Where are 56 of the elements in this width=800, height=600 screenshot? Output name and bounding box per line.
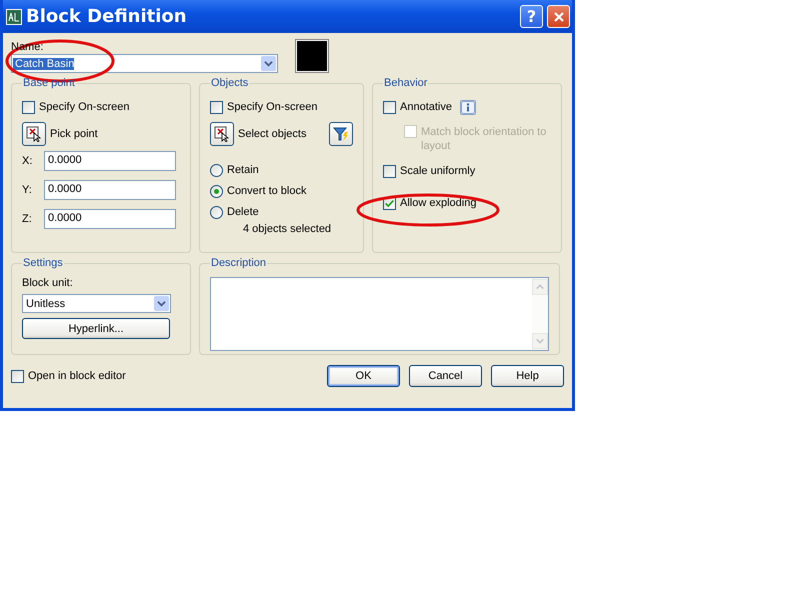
group-title: Settings bbox=[22, 257, 64, 269]
help-button[interactable]: ? bbox=[520, 5, 543, 28]
coordinate-label: Y: bbox=[22, 184, 33, 196]
description-field[interactable] bbox=[210, 277, 549, 351]
name-value: Catch Basin bbox=[13, 58, 74, 70]
checkbox[interactable] bbox=[11, 370, 24, 382]
select-objects-label: Select objects bbox=[238, 128, 308, 140]
checkbox-label: Specify On-screen bbox=[39, 101, 130, 113]
coordinate-field[interactable]: 0.0000 bbox=[44, 180, 176, 200]
pick-point-button[interactable] bbox=[22, 122, 46, 146]
checkbox[interactable] bbox=[22, 100, 35, 114]
quick-select-button[interactable] bbox=[329, 122, 353, 146]
hyperlink-button[interactable]: Hyperlink... bbox=[22, 318, 170, 339]
dialog-button[interactable]: Help bbox=[491, 365, 564, 387]
radio-label: Retain bbox=[227, 164, 259, 176]
block-preview bbox=[296, 40, 328, 72]
checkbox-label: Scale uniformly bbox=[400, 165, 476, 177]
selection-status: 4 objects selected bbox=[242, 223, 332, 235]
checkbox-label: Open in block editor bbox=[28, 370, 126, 382]
coordinate-label: X: bbox=[22, 155, 34, 167]
app-icon bbox=[6, 8, 22, 24]
group-title: Objects bbox=[210, 77, 250, 89]
funnel-icon bbox=[333, 126, 349, 142]
select-icon bbox=[214, 126, 230, 142]
checkbox[interactable] bbox=[210, 100, 223, 114]
radio-label: Convert to block bbox=[227, 185, 306, 197]
coordinate-field[interactable]: 0.0000 bbox=[44, 209, 176, 229]
scroll-down-icon bbox=[532, 333, 548, 349]
close-button[interactable] bbox=[547, 5, 570, 28]
checkbox[interactable] bbox=[383, 100, 396, 114]
window-title: Block Definition bbox=[26, 6, 187, 27]
checkbox-label: Match block orientation to layout bbox=[421, 125, 548, 153]
select-objects-button[interactable] bbox=[210, 122, 234, 146]
pick-point-label: Pick point bbox=[50, 128, 98, 140]
close-icon bbox=[552, 10, 564, 22]
radio-button[interactable] bbox=[210, 206, 223, 218]
group-title: Behavior bbox=[383, 77, 428, 89]
checkbox-label: Specify On-screen bbox=[227, 101, 318, 113]
block-unit-combobox[interactable]: Unitless bbox=[22, 294, 171, 313]
scroll-up-icon bbox=[532, 279, 548, 295]
coordinate-label: Z: bbox=[22, 213, 33, 225]
name-combobox[interactable]: Catch Basin bbox=[11, 54, 278, 73]
radio-button[interactable] bbox=[210, 164, 223, 176]
group-title: Description bbox=[210, 257, 268, 269]
radio-label: Delete bbox=[227, 206, 259, 218]
dialog-button[interactable]: OK bbox=[327, 365, 400, 387]
checkbox-label: Allow exploding bbox=[400, 197, 476, 209]
radio-button[interactable] bbox=[210, 184, 223, 198]
checkbox[interactable] bbox=[383, 164, 396, 178]
block-unit-value: Unitless bbox=[25, 298, 66, 310]
info-icon[interactable] bbox=[460, 100, 476, 114]
pick-icon bbox=[26, 126, 42, 142]
checkbox-label: Annotative bbox=[400, 101, 452, 113]
block-unit-label: Block unit: bbox=[22, 277, 74, 289]
dialog-button[interactable]: Cancel bbox=[409, 365, 482, 387]
coordinate-field[interactable]: 0.0000 bbox=[44, 151, 176, 171]
